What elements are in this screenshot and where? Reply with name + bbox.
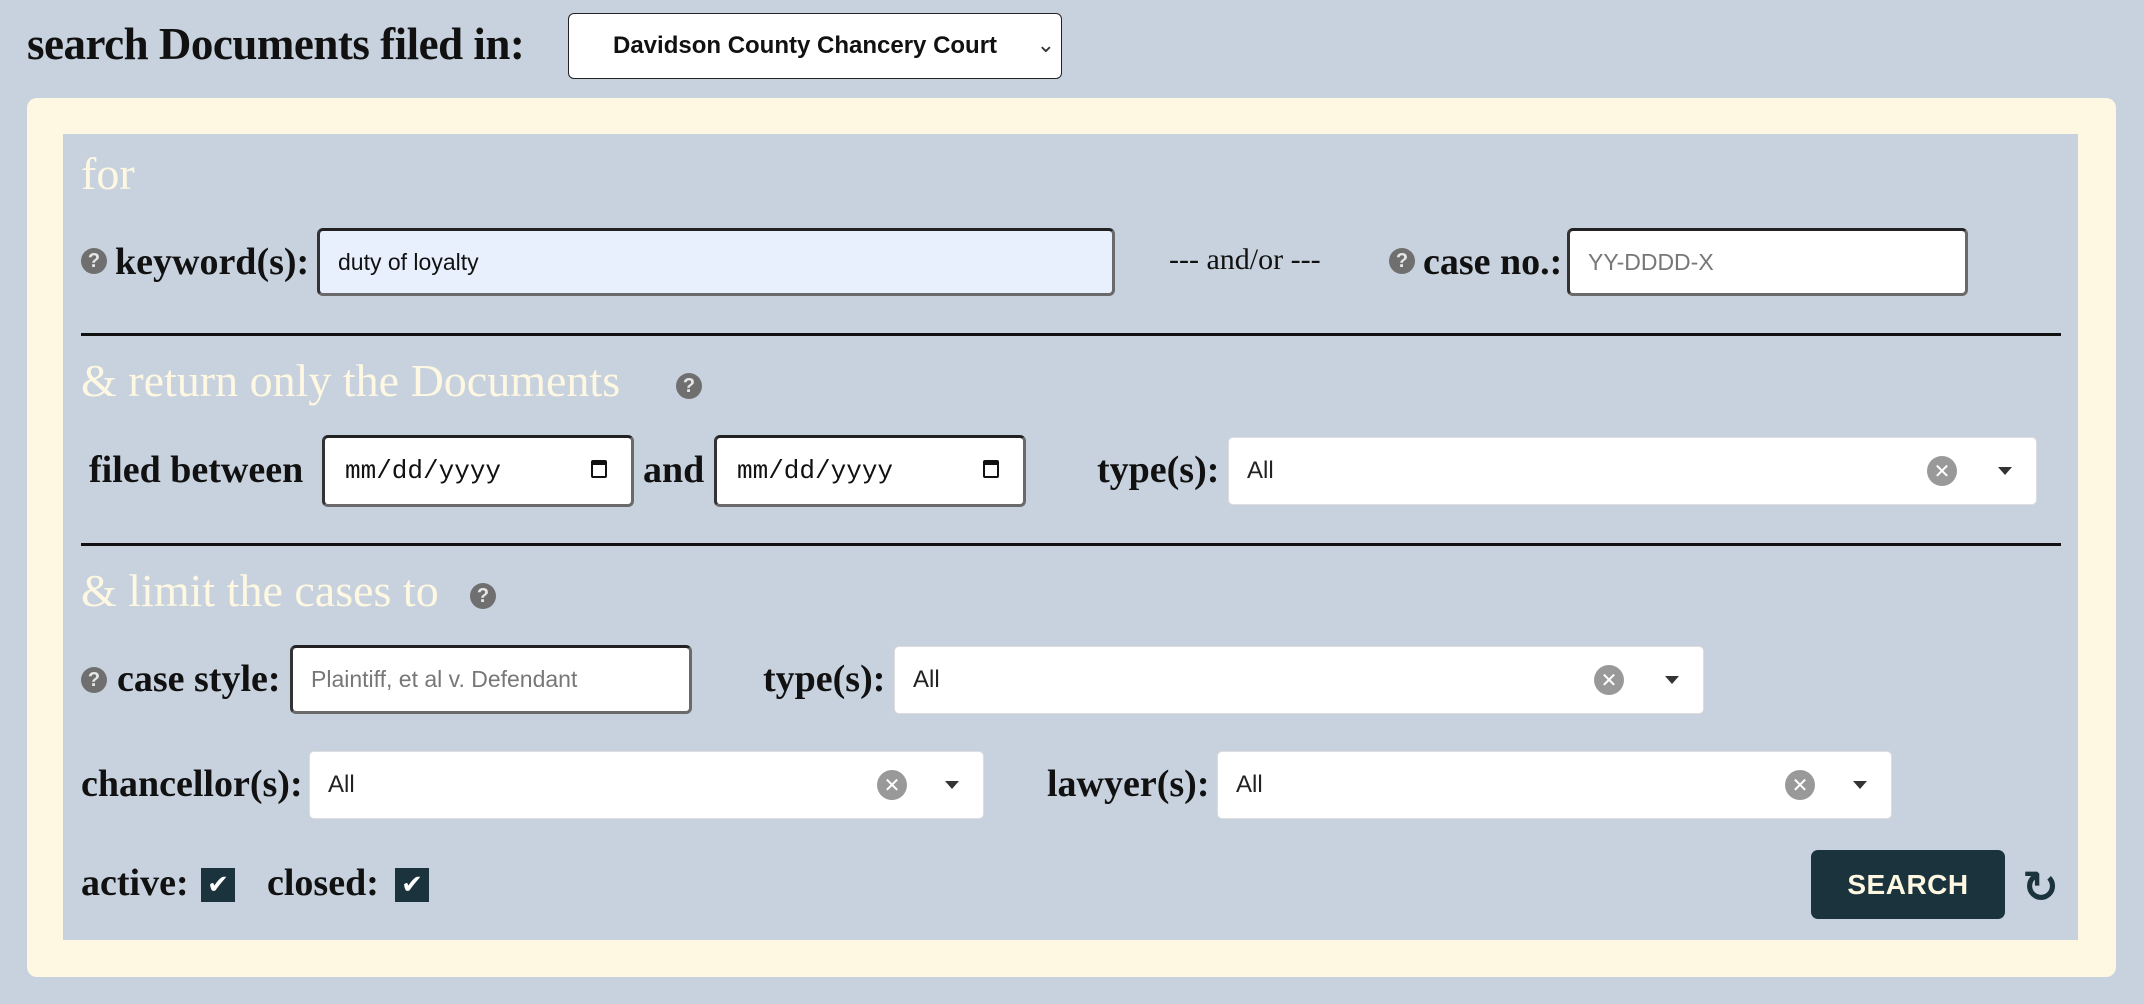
keyword-input[interactable]: duty of loyalty (317, 228, 1115, 296)
chevron-down-icon: ⌄ (1036, 32, 1055, 57)
case-style-input[interactable]: Plaintiff, et al v. Defendant (290, 645, 692, 714)
and-label: and (643, 449, 705, 491)
section-heading-for: for (81, 148, 135, 199)
case-no-help-icon[interactable]: ? (1389, 248, 1415, 274)
caret-down-icon[interactable] (1665, 676, 1679, 684)
case-style-placeholder: Plaintiff, et al v. Defendant (311, 666, 578, 692)
document-types-select[interactable]: All ✕ (1228, 437, 2037, 505)
document-types-value: All (1247, 457, 1274, 484)
active-label: active: (81, 862, 189, 904)
keyword-input-value: duty of loyalty (338, 248, 479, 275)
search-button[interactable]: SEARCH (1811, 850, 2005, 919)
caret-down-icon[interactable] (1853, 781, 1867, 789)
case-types-value: All (913, 666, 940, 693)
court-select[interactable]: Davidson County Chancery Court ⌄ (568, 13, 1062, 79)
case-types-label: type(s): (763, 658, 886, 700)
filed-between-label: filed between (89, 449, 304, 491)
document-types-label: type(s): (1097, 449, 1220, 491)
section-heading-documents: & return only the Documents (81, 355, 621, 406)
clear-icon[interactable]: ✕ (1927, 456, 1957, 486)
active-checkbox[interactable]: ✔ (201, 868, 235, 902)
divider (81, 333, 2061, 336)
chancellors-value: All (328, 771, 355, 798)
case-style-label: case style: (117, 658, 281, 700)
chancellors-select[interactable]: All ✕ (309, 751, 984, 819)
documents-help-icon[interactable]: ? (676, 373, 702, 399)
chancellors-label: chancellor(s): (81, 763, 303, 805)
section-heading-cases: & limit the cases to (81, 565, 439, 616)
case-no-placeholder: YY-DDDD-X (1588, 248, 1714, 275)
page-title: search Documents filed in: (27, 19, 525, 69)
calendar-icon[interactable] (983, 460, 999, 478)
clear-icon[interactable]: ✕ (1594, 665, 1624, 695)
closed-label: closed: (267, 862, 379, 904)
lawyers-select[interactable]: All ✕ (1217, 751, 1892, 819)
date-to-placeholder: mm/dd/yyyy (737, 456, 894, 486)
divider (81, 543, 2061, 546)
keyword-label: keyword(s): (115, 241, 310, 283)
court-select-value: Davidson County Chancery Court (613, 32, 998, 59)
caret-down-icon[interactable] (945, 781, 959, 789)
case-style-help-icon[interactable]: ? (81, 667, 107, 693)
calendar-icon[interactable] (591, 460, 607, 478)
date-from-input[interactable]: mm/dd/yyyy (322, 435, 634, 507)
case-types-select[interactable]: All ✕ (894, 646, 1704, 714)
date-from-placeholder: mm/dd/yyyy (345, 456, 502, 486)
clear-icon[interactable]: ✕ (1785, 770, 1815, 800)
cases-help-icon[interactable]: ? (470, 583, 496, 609)
closed-checkbox[interactable]: ✔ (395, 868, 429, 902)
keyword-help-icon[interactable]: ? (81, 248, 107, 274)
lawyers-value: All (1236, 771, 1263, 798)
clear-icon[interactable]: ✕ (877, 770, 907, 800)
date-to-input[interactable]: mm/dd/yyyy (714, 435, 1026, 507)
lawyers-label: lawyer(s): (1047, 763, 1210, 805)
reset-icon[interactable]: ↻ (2022, 862, 2059, 913)
case-no-label: case no.: (1423, 241, 1563, 283)
and-or-separator: --- and/or --- (1169, 243, 1321, 276)
case-no-input[interactable]: YY-DDDD-X (1567, 228, 1968, 296)
caret-down-icon[interactable] (1998, 467, 2012, 475)
